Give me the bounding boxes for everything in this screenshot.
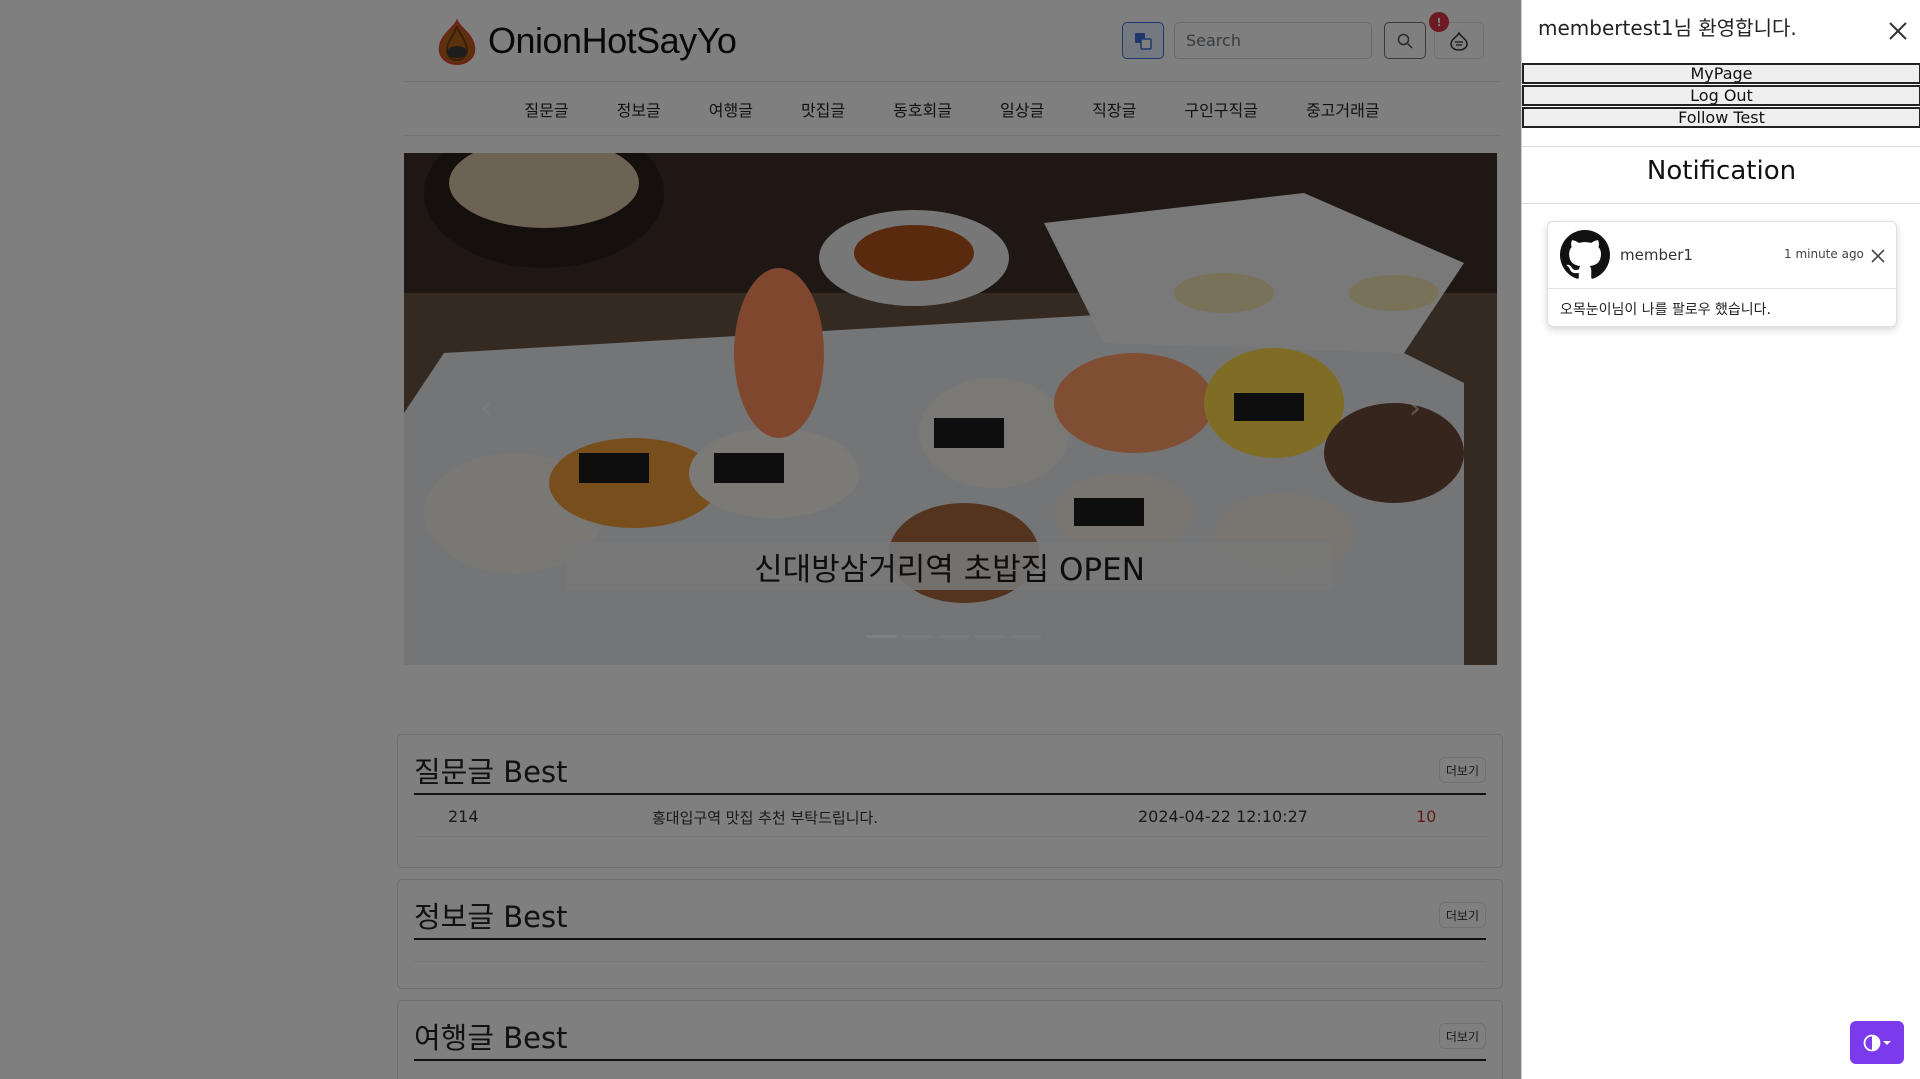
notification-heading: Notification bbox=[1646, 156, 1797, 186]
divider bbox=[1522, 203, 1920, 204]
follow-test-button[interactable]: Follow Test bbox=[1522, 107, 1920, 128]
toast-header: member1 1 minute ago bbox=[1548, 222, 1896, 289]
offcanvas-header: membertest1님 환영합니다. bbox=[1522, 0, 1920, 62]
theme-toggle-button[interactable] bbox=[1850, 1021, 1904, 1064]
contrast-icon bbox=[1863, 1034, 1891, 1051]
notification-toast: member1 1 minute ago 오목눈이님이 나를 팔로우 했습니다. bbox=[1547, 221, 1897, 327]
welcome-message: membertest1님 환영합니다. bbox=[1538, 16, 1797, 40]
close-icon[interactable] bbox=[1887, 20, 1909, 42]
close-icon[interactable] bbox=[1870, 248, 1886, 264]
user-offcanvas: membertest1님 환영합니다. MyPage Log Out Follo… bbox=[1521, 0, 1920, 1079]
notification-user: member1 bbox=[1620, 246, 1693, 264]
mypage-button[interactable]: MyPage bbox=[1522, 63, 1920, 84]
notification-message: 오목눈이님이 나를 팔로우 했습니다. bbox=[1560, 302, 1771, 318]
notification-time: 1 minute ago bbox=[1784, 247, 1864, 261]
logout-button[interactable]: Log Out bbox=[1522, 85, 1920, 106]
divider bbox=[1522, 146, 1920, 147]
github-avatar-icon bbox=[1560, 230, 1610, 279]
